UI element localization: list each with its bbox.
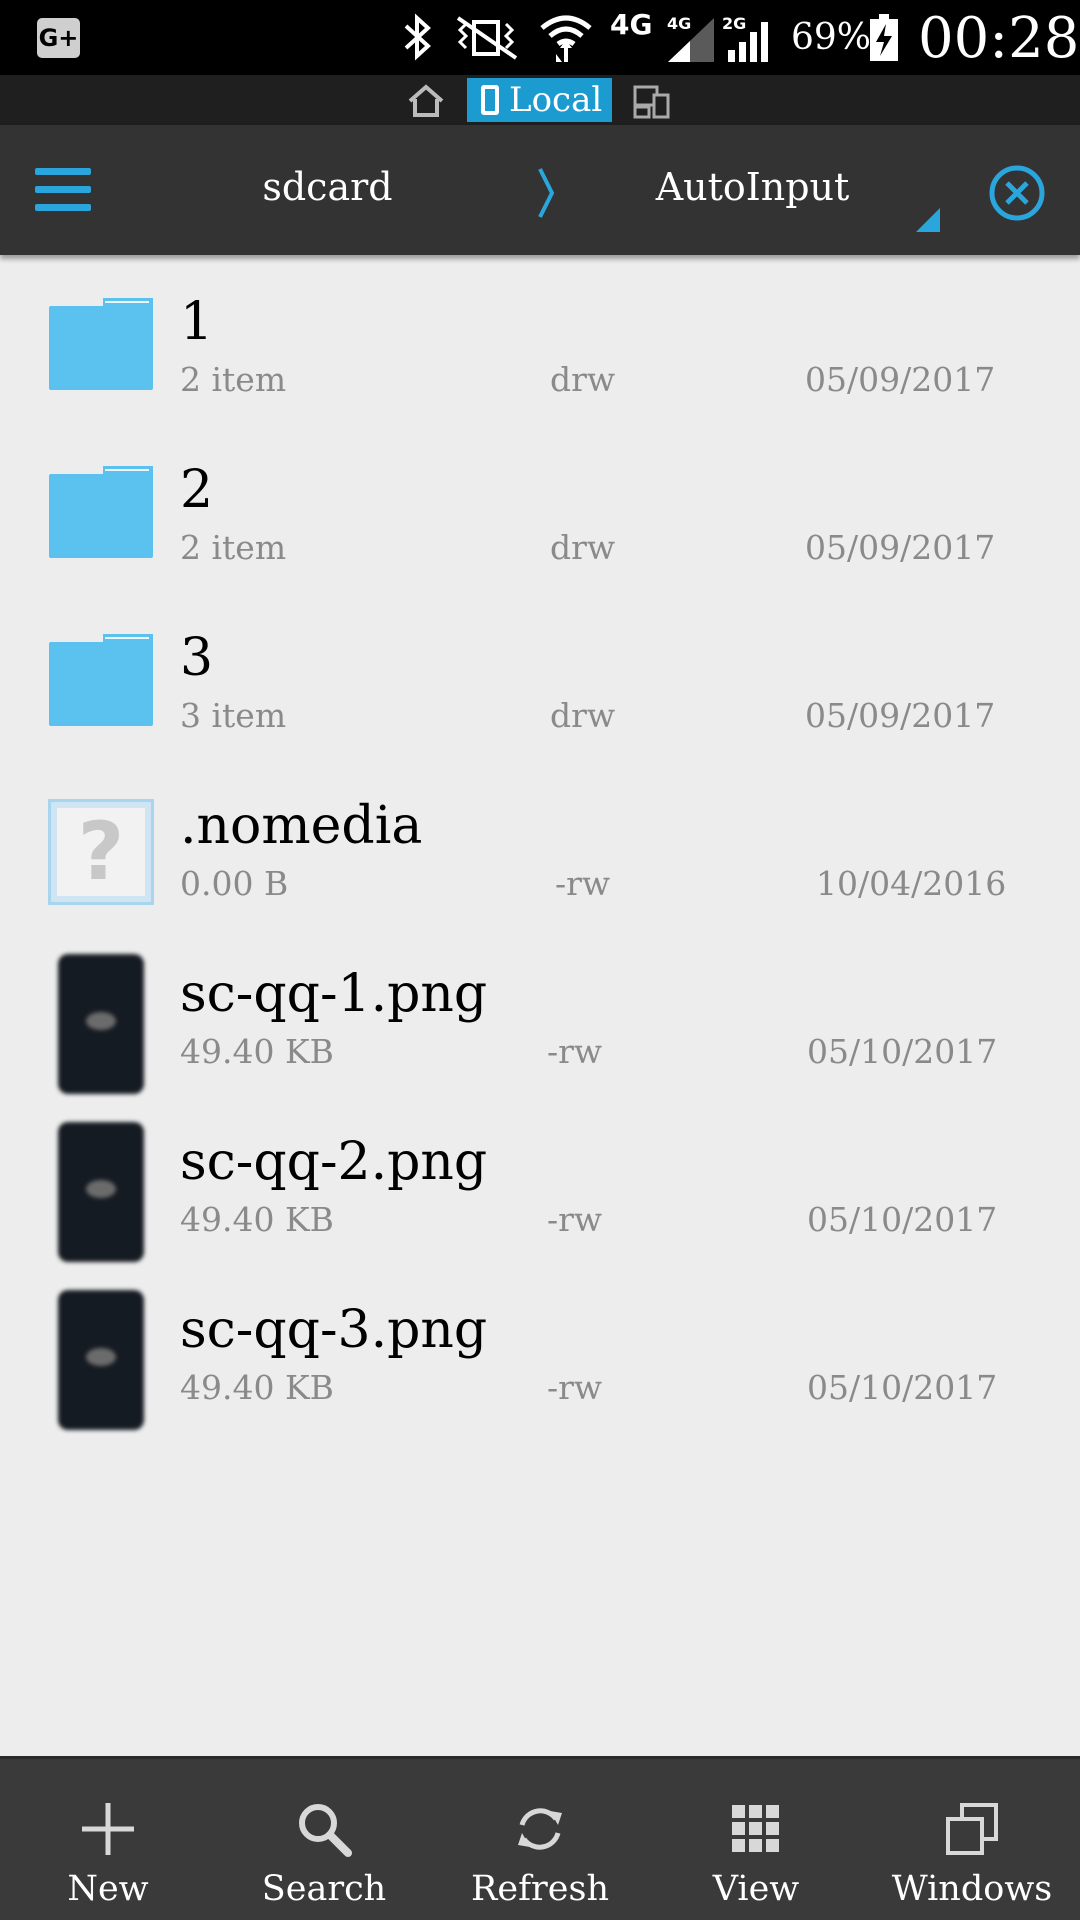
file-name: 3 — [180, 628, 214, 688]
file-permissions: -rw — [547, 1368, 603, 1407]
file-name: sc-qq-3.png — [180, 1300, 488, 1360]
file-date: 05/09/2017 — [805, 696, 996, 735]
file-name: 2 — [180, 460, 214, 520]
plus-icon — [82, 1803, 134, 1855]
new-button[interactable]: New — [0, 1759, 216, 1920]
folder-icon — [45, 626, 157, 741]
file-date: 05/09/2017 — [805, 360, 996, 399]
clock: 00:28 — [918, 6, 1080, 71]
dropdown-corner-icon[interactable] — [916, 208, 940, 232]
file-name: .nomedia — [180, 796, 423, 856]
file-row-folder-1[interactable]: 1 2 item drw 05/09/2017 — [0, 270, 1080, 438]
file-permissions: drw — [550, 360, 616, 399]
bottom-toolbar: New Search Refresh View Windows — [0, 1756, 1080, 1920]
file-size: 49.40 KB — [180, 1032, 334, 1071]
file-size: 2 item — [180, 360, 287, 399]
search-button-label: Search — [261, 1869, 387, 1909]
chevron-right-icon — [538, 168, 555, 218]
vibrate-icon — [456, 16, 518, 60]
image-thumbnail — [58, 1290, 144, 1430]
file-permissions: drw — [550, 696, 616, 735]
windows-icon — [946, 1803, 998, 1855]
battery-percentage: 69% — [791, 17, 872, 58]
file-size: 2 item — [180, 528, 287, 567]
file-permissions: -rw — [547, 1032, 603, 1071]
file-permissions: -rw — [555, 864, 611, 903]
refresh-button[interactable]: Refresh — [432, 1759, 648, 1920]
view-button[interactable]: View — [648, 1759, 864, 1920]
menu-icon[interactable] — [35, 168, 91, 212]
file-row-nomedia[interactable]: ? .nomedia 0.00 B -rw 10/04/2016 — [0, 774, 1080, 942]
google-plus-icon: G+ — [37, 18, 80, 58]
local-tab-label: Local — [509, 80, 603, 120]
file-row-image-1[interactable]: sc-qq-1.png 49.40 KB -rw 05/10/2017 — [0, 942, 1080, 1110]
new-button-label: New — [67, 1869, 149, 1909]
network-type-label: 4G — [610, 8, 653, 41]
unknown-file-icon: ? — [48, 799, 154, 905]
close-icon[interactable] — [987, 163, 1047, 223]
file-date: 05/09/2017 — [805, 528, 996, 567]
devices-icon[interactable] — [632, 81, 672, 121]
breadcrumb-sdcard[interactable]: sdcard — [220, 165, 435, 209]
breadcrumb-autoinput[interactable]: AutoInput — [640, 165, 865, 209]
search-icon — [299, 1804, 352, 1857]
image-thumbnail — [58, 1122, 144, 1262]
search-button[interactable]: Search — [216, 1759, 432, 1920]
grid-icon — [732, 1805, 779, 1852]
signal-icon — [668, 18, 714, 62]
file-name: 1 — [180, 292, 214, 352]
file-row-image-3[interactable]: sc-qq-3.png 49.40 KB -rw 05/10/2017 — [0, 1278, 1080, 1446]
windows-button-label: Windows — [891, 1869, 1053, 1909]
file-size: 3 item — [180, 696, 287, 735]
phone-icon — [481, 85, 499, 115]
file-row-image-2[interactable]: sc-qq-2.png 49.40 KB -rw 05/10/2017 — [0, 1110, 1080, 1278]
file-size: 49.40 KB — [180, 1200, 334, 1239]
file-date: 05/10/2017 — [807, 1032, 998, 1071]
file-permissions: drw — [550, 528, 616, 567]
file-size: 49.40 KB — [180, 1368, 334, 1407]
image-thumbnail — [58, 954, 144, 1094]
file-row-folder-2[interactable]: 2 2 item drw 05/09/2017 — [0, 438, 1080, 606]
file-name: sc-qq-2.png — [180, 1132, 488, 1192]
windows-button[interactable]: Windows — [864, 1759, 1080, 1920]
refresh-button-label: Refresh — [471, 1869, 609, 1909]
file-name: sc-qq-1.png — [180, 964, 488, 1024]
file-size: 0.00 B — [180, 864, 289, 903]
file-permissions: -rw — [547, 1200, 603, 1239]
wifi-icon — [540, 15, 592, 62]
signal-icon-2 — [728, 22, 768, 62]
breadcrumb-header: sdcard AutoInput — [0, 125, 1080, 255]
file-date: 10/04/2016 — [816, 864, 1007, 903]
refresh-icon — [518, 1808, 562, 1850]
file-date: 05/10/2017 — [807, 1368, 998, 1407]
view-button-label: View — [712, 1869, 800, 1909]
local-storage-tab[interactable]: Local — [467, 78, 612, 122]
folder-icon — [45, 290, 157, 405]
status-bar: G+ 4G 4G 2G 69% 00:28 — [0, 0, 1080, 75]
folder-icon — [45, 458, 157, 573]
file-row-folder-3[interactable]: 3 3 item drw 05/09/2017 — [0, 606, 1080, 774]
home-icon[interactable] — [406, 81, 446, 119]
location-bar: Local — [0, 75, 1080, 125]
file-date: 05/10/2017 — [807, 1200, 998, 1239]
battery-charging-icon — [870, 14, 898, 61]
bluetooth-icon — [404, 13, 431, 61]
